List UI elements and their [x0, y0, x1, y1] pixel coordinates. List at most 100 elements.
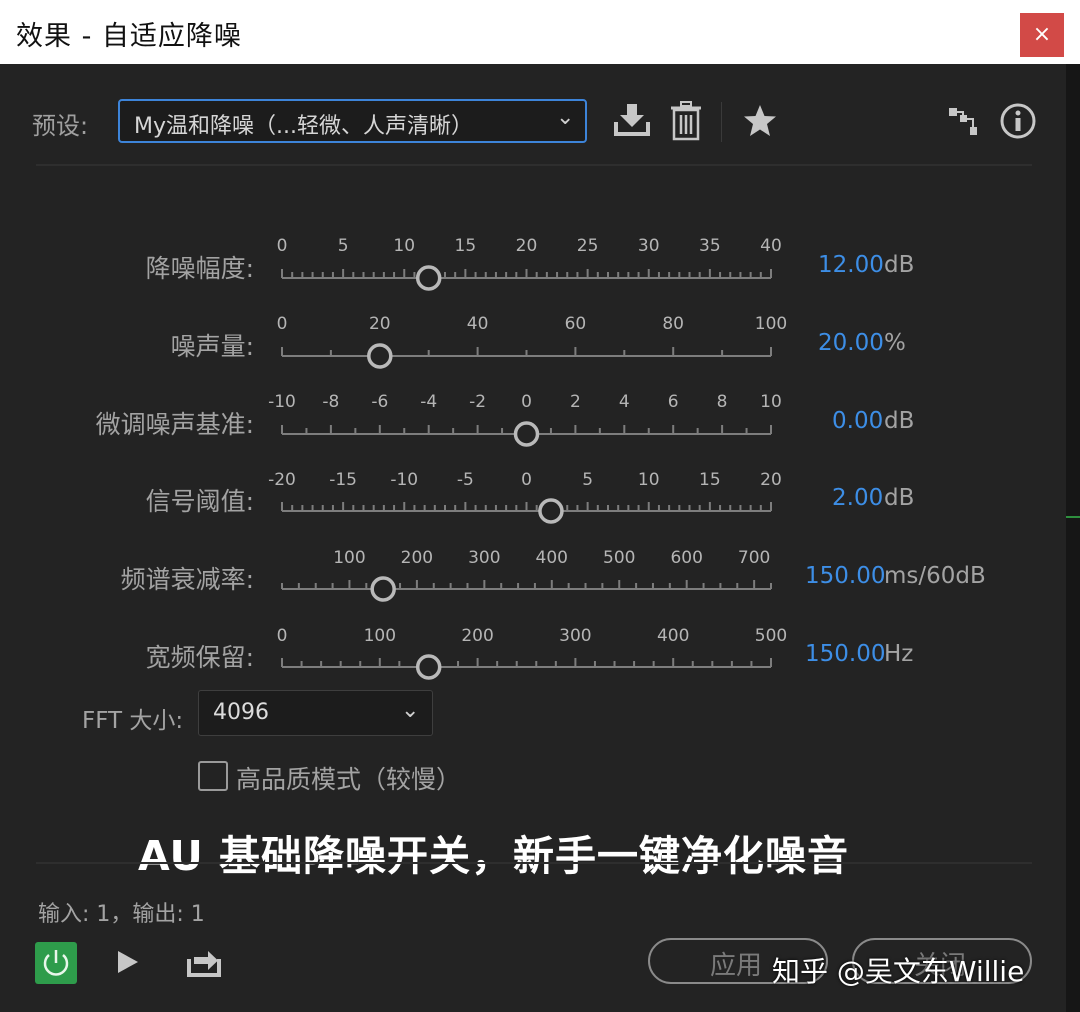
slider-thumb[interactable] [513, 421, 540, 447]
tick-label: 35 [699, 236, 721, 256]
tick-label: 200 [400, 548, 434, 568]
value-noise-amount[interactable]: 20.00 [818, 330, 884, 356]
download-icon[interactable] [612, 102, 652, 142]
slider-noise-floor[interactable] [270, 408, 790, 448]
top-divider [36, 164, 1032, 166]
unit-signal-threshold: dB [884, 485, 915, 511]
tick-label: 15 [454, 236, 477, 256]
star-icon[interactable] [742, 103, 778, 143]
toolbar-separator [721, 102, 722, 142]
tick-label: 60 [564, 314, 587, 334]
slider-thumb[interactable] [370, 576, 396, 602]
slider-label-noise-amount: 噪声量: [170, 332, 254, 361]
value-reduction[interactable]: 12.00 [818, 252, 884, 278]
tick-label: 20 [515, 236, 538, 256]
tick-label: 100 [363, 626, 397, 646]
tick-label: 20 [760, 470, 782, 490]
watermark: 知乎 @吴文东Willie [772, 955, 1025, 988]
tick-label: 6 [667, 392, 679, 412]
preset-label: 预设: [32, 112, 89, 140]
fft-size-dropdown[interactable]: 4096 ⌄ [198, 690, 433, 736]
export-icon [187, 951, 221, 977]
value-broadband[interactable]: 150.00 [805, 641, 885, 667]
tick-label: 0 [521, 470, 532, 490]
slider-noise-amount[interactable] [270, 330, 790, 370]
io-channels: 输入: 1，输出: 1 [38, 902, 205, 927]
tick-label: 0 [521, 392, 532, 412]
tick-label: -10 [390, 470, 419, 490]
tick-label: -4 [420, 392, 438, 412]
chevron-down-icon: ⌄ [556, 105, 575, 130]
high-quality-checkbox[interactable] [198, 761, 228, 791]
tick-label: 8 [716, 392, 728, 412]
tick-label: 400 [535, 548, 569, 568]
slider-reduction[interactable] [270, 252, 790, 292]
tick-label: 10 [637, 470, 660, 490]
slider-thumb[interactable] [367, 343, 393, 369]
slider-label-spectral-decay: 频谱衰减率: [120, 565, 254, 594]
slider-label-reduction: 降噪幅度: [145, 254, 254, 283]
power-icon [43, 950, 69, 976]
tick-label: 200 [461, 626, 494, 646]
tick-label: -10 [268, 392, 296, 412]
tick-label: 0 [276, 314, 288, 334]
unit-noise-amount: % [884, 330, 906, 356]
tick-label: -2 [469, 392, 487, 412]
unit-noise-floor: dB [884, 408, 915, 434]
tick-label: 10 [760, 392, 782, 412]
slider-thumb[interactable] [538, 498, 564, 524]
trash-icon[interactable] [670, 101, 702, 145]
window-edge [1066, 64, 1080, 1012]
slider-label-signal-threshold: 信号阈值: [145, 487, 254, 516]
tick-label: -5 [456, 470, 474, 490]
tick-label: 4 [618, 392, 630, 412]
slider-thumb[interactable] [415, 654, 442, 680]
tick-label: 600 [670, 548, 703, 568]
slider-broadband[interactable] [270, 641, 790, 681]
tick-label: 5 [582, 470, 594, 490]
value-noise-floor[interactable]: 0.00 [832, 408, 883, 434]
tick-label: 500 [603, 548, 636, 568]
apply-button-label: 应用 [710, 951, 763, 981]
unit-spectral-decay: ms/60dB [884, 563, 986, 589]
close-window-button[interactable]: × [1020, 13, 1064, 57]
tick-label: 2 [569, 392, 581, 412]
power-toggle-button[interactable] [35, 942, 77, 984]
fft-label: FFT 大小: [82, 708, 184, 734]
tick-label: 5 [337, 236, 349, 256]
tick-label: 0 [276, 626, 288, 646]
info-icon[interactable] [999, 102, 1037, 144]
tick-label: 30 [637, 236, 660, 256]
value-spectral-decay[interactable]: 150.00 [805, 563, 885, 589]
tick-label: 10 [393, 236, 416, 256]
high-quality-label: 高品质模式（较慢） [236, 765, 462, 794]
video-subtitle: AU 基础降噪开关，新手一键净化噪音 [138, 832, 850, 880]
tick-label: -20 [268, 470, 296, 490]
bottom-divider [36, 862, 1032, 864]
export-button[interactable] [186, 945, 222, 983]
play-button[interactable] [116, 948, 140, 980]
slider-spectral-decay[interactable] [270, 563, 790, 603]
preset-dropdown[interactable]: My温和降噪（...轻微、人声清晰） ⌄ [118, 99, 587, 143]
tick-label: 15 [699, 470, 721, 490]
tick-label: 80 [662, 314, 685, 334]
tick-label: -8 [322, 392, 340, 412]
slider-signal-threshold[interactable] [270, 485, 790, 525]
fft-value: 4096 [213, 700, 269, 725]
slider-thumb[interactable] [415, 265, 442, 291]
chevron-down-icon: ⌄ [401, 698, 420, 723]
preset-value: My温和降噪（...轻微、人声清晰） [134, 114, 473, 139]
play-icon [118, 951, 138, 973]
tick-label: 700 [737, 548, 771, 568]
tick-label: 40 [466, 314, 489, 334]
value-signal-threshold[interactable]: 2.00 [832, 485, 883, 511]
tick-label: 300 [468, 548, 501, 568]
unit-reduction: dB [884, 252, 915, 278]
routing-icon[interactable] [946, 105, 980, 143]
slider-label-broadband: 宽频保留: [145, 643, 254, 672]
tick-label: 40 [760, 236, 782, 256]
tick-label: 100 [333, 548, 366, 568]
tick-label: 300 [559, 626, 592, 646]
tick-label: 20 [368, 314, 391, 334]
tick-label: -6 [371, 392, 389, 412]
